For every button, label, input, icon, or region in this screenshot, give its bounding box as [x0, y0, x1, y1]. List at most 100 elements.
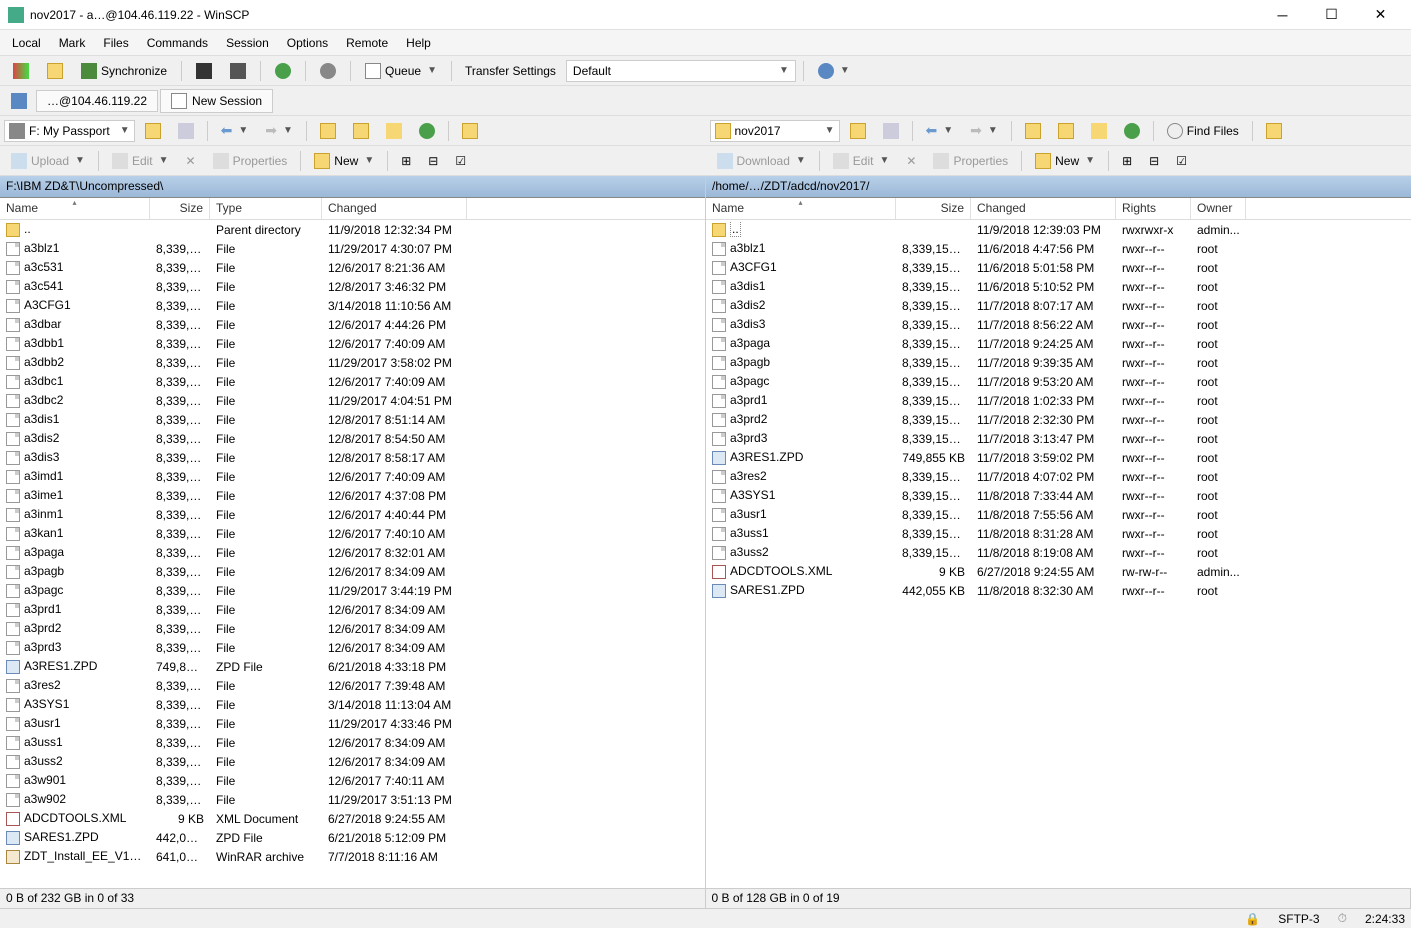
left-filter-button[interactable]: [171, 120, 201, 142]
session-icon[interactable]: [4, 90, 34, 112]
left-open-button[interactable]: [138, 120, 168, 142]
right-forward-button[interactable]: ➡▼: [963, 120, 1005, 142]
table-row[interactable]: A3SYS18,339,153 KB11/8/2018 7:33:44 AMrw…: [706, 486, 1411, 505]
menu-local[interactable]: Local: [4, 33, 49, 53]
table-row[interactable]: a3prd38,339,153 KB11/7/2018 3:13:47 PMrw…: [706, 429, 1411, 448]
session-tab-active[interactable]: …@104.46.119.22: [36, 90, 158, 112]
left-col-changed[interactable]: Changed: [322, 198, 467, 219]
table-row[interactable]: a3pagc8,339,153 KB11/7/2018 9:53:20 AMrw…: [706, 372, 1411, 391]
table-row[interactable]: a3uss28,339,153 KB11/8/2018 8:19:08 AMrw…: [706, 543, 1411, 562]
table-row[interactable]: a3prd38,339,15...File12/6/2017 8:34:09 A…: [0, 638, 705, 657]
menu-remote[interactable]: Remote: [338, 33, 396, 53]
right-back-button[interactable]: ⬅▼: [919, 120, 961, 142]
compare-button[interactable]: [6, 60, 36, 82]
left-path[interactable]: F:\IBM ZD&T\Uncompressed\: [0, 176, 705, 198]
left-forward-button[interactable]: ➡▼: [258, 120, 300, 142]
left-col-size[interactable]: Size: [150, 198, 210, 219]
menu-session[interactable]: Session: [218, 33, 277, 53]
options-button[interactable]: [313, 60, 343, 82]
table-row[interactable]: ADCDTOOLS.XML9 KBXML Document6/27/2018 9…: [0, 809, 705, 828]
table-row[interactable]: a3imd18,339,15...File12/6/2017 7:40:09 A…: [0, 467, 705, 486]
table-row[interactable]: a3dbb28,339,15...File11/29/2017 3:58:02 …: [0, 353, 705, 372]
right-new-button[interactable]: New▼: [1028, 150, 1102, 172]
table-row[interactable]: SARES1.ZPD442,055 KB11/8/2018 8:32:30 AM…: [706, 581, 1411, 600]
left-check-button[interactable]: ☑: [448, 150, 473, 172]
find-files-button[interactable]: Find Files: [1160, 120, 1246, 142]
table-row[interactable]: a3dis18,339,15...File12/8/2017 8:51:14 A…: [0, 410, 705, 429]
left-refresh-button[interactable]: [412, 120, 442, 142]
putty-button[interactable]: [223, 60, 253, 82]
right-minus-button[interactable]: ⊟: [1142, 150, 1166, 172]
menu-help[interactable]: Help: [398, 33, 439, 53]
left-back-button[interactable]: ⬅▼: [214, 120, 256, 142]
close-button[interactable]: ✕: [1358, 1, 1403, 29]
table-row[interactable]: A3CFG18,339,153 KB11/6/2018 5:01:58 PMrw…: [706, 258, 1411, 277]
table-row[interactable]: a3blz18,339,153 KB11/6/2018 4:47:56 PMrw…: [706, 239, 1411, 258]
table-row[interactable]: a3uss28,339,15...File12/6/2017 8:34:09 A…: [0, 752, 705, 771]
table-row[interactable]: a3w9018,339,15...File12/6/2017 7:40:11 A…: [0, 771, 705, 790]
left-properties-button[interactable]: Properties: [206, 150, 295, 172]
table-row[interactable]: a3inm18,339,15...File12/6/2017 4:40:44 P…: [0, 505, 705, 524]
right-drive-select[interactable]: nov2017▼: [710, 120, 840, 142]
left-new-button[interactable]: New▼: [307, 150, 381, 172]
left-plus-button[interactable]: ⊞: [394, 150, 418, 172]
right-download-button[interactable]: Download▼: [710, 150, 813, 172]
right-bookmark-button[interactable]: [1259, 120, 1289, 142]
left-drive-select[interactable]: F: My Passport▼: [4, 120, 135, 142]
right-delete-button[interactable]: ✕: [899, 150, 923, 172]
table-row[interactable]: a3prd18,339,153 KB11/7/2018 1:02:33 PMrw…: [706, 391, 1411, 410]
table-row[interactable]: a3dbc28,339,15...File11/29/2017 4:04:51 …: [0, 391, 705, 410]
table-row[interactable]: a3usr18,339,153 KB11/8/2018 7:55:56 AMrw…: [706, 505, 1411, 524]
left-file-list[interactable]: ..Parent directory11/9/2018 12:32:34 PMa…: [0, 220, 705, 888]
table-row[interactable]: a3pagb8,339,153 KB11/7/2018 9:39:35 AMrw…: [706, 353, 1411, 372]
right-edit-button[interactable]: Edit▼: [826, 150, 897, 172]
right-filter-button[interactable]: [876, 120, 906, 142]
left-bookmark-button[interactable]: [455, 120, 485, 142]
table-row[interactable]: ..Parent directory11/9/2018 12:32:34 PM: [0, 220, 705, 239]
table-row[interactable]: ..11/9/2018 12:39:03 PMrwxrwxr-xadmin...: [706, 220, 1411, 239]
left-col-name[interactable]: Name▴: [0, 198, 150, 219]
right-col-owner[interactable]: Owner: [1191, 198, 1246, 219]
table-row[interactable]: a3ime18,339,15...File12/6/2017 4:37:08 P…: [0, 486, 705, 505]
table-row[interactable]: a3uss18,339,15...File12/6/2017 8:34:09 A…: [0, 733, 705, 752]
transfer-settings-combo[interactable]: Default▼: [566, 60, 796, 82]
right-col-size[interactable]: Size: [896, 198, 971, 219]
globe-button[interactable]: ▼: [811, 60, 857, 82]
left-minus-button[interactable]: ⊟: [421, 150, 445, 172]
new-session-tab[interactable]: New Session: [160, 89, 273, 113]
table-row[interactable]: a3dbar8,339,15...File12/6/2017 4:44:26 P…: [0, 315, 705, 334]
table-row[interactable]: ZDT_Install_EE_V12.0....641,024 KBWinRAR…: [0, 847, 705, 866]
table-row[interactable]: A3CFG18,339,15...File3/14/2018 11:10:56 …: [0, 296, 705, 315]
table-row[interactable]: a3usr18,339,15...File11/29/2017 4:33:46 …: [0, 714, 705, 733]
right-home-button[interactable]: [1084, 120, 1114, 142]
table-row[interactable]: a3dis38,339,153 KB11/7/2018 8:56:22 AMrw…: [706, 315, 1411, 334]
right-path[interactable]: /home/…/ZDT/adcd/nov2017/: [706, 176, 1411, 198]
console-button[interactable]: [189, 60, 219, 82]
table-row[interactable]: a3blz18,339,15...File11/29/2017 4:30:07 …: [0, 239, 705, 258]
right-check-button[interactable]: ☑: [1169, 150, 1194, 172]
queue-button[interactable]: Queue▼: [358, 60, 444, 82]
right-refresh-button[interactable]: [1117, 120, 1147, 142]
table-row[interactable]: A3RES1.ZPD749,855 KBZPD File6/21/2018 4:…: [0, 657, 705, 676]
table-row[interactable]: A3RES1.ZPD749,855 KB11/7/2018 3:59:02 PM…: [706, 448, 1411, 467]
table-row[interactable]: a3pagb8,339,15...File12/6/2017 8:34:09 A…: [0, 562, 705, 581]
right-col-changed[interactable]: Changed: [971, 198, 1116, 219]
right-file-list[interactable]: ..11/9/2018 12:39:03 PMrwxrwxr-xadmin...…: [706, 220, 1411, 888]
table-row[interactable]: SARES1.ZPD442,055 KBZPD File6/21/2018 5:…: [0, 828, 705, 847]
left-edit-button[interactable]: Edit▼: [105, 150, 176, 172]
table-row[interactable]: A3SYS18,339,15...File3/14/2018 11:13:04 …: [0, 695, 705, 714]
right-plus-button[interactable]: ⊞: [1115, 150, 1139, 172]
table-row[interactable]: a3dis28,339,153 KB11/7/2018 8:07:17 AMrw…: [706, 296, 1411, 315]
table-row[interactable]: a3kan18,339,15...File12/6/2017 7:40:10 A…: [0, 524, 705, 543]
table-row[interactable]: a3res28,339,153 KB11/7/2018 4:07:02 PMrw…: [706, 467, 1411, 486]
left-upload-button[interactable]: Upload▼: [4, 150, 92, 172]
menu-commands[interactable]: Commands: [139, 33, 216, 53]
table-row[interactable]: a3dbb18,339,15...File12/6/2017 7:40:09 A…: [0, 334, 705, 353]
table-row[interactable]: a3paga8,339,15...File12/6/2017 8:32:01 A…: [0, 543, 705, 562]
table-row[interactable]: a3paga8,339,153 KB11/7/2018 9:24:25 AMrw…: [706, 334, 1411, 353]
table-row[interactable]: a3dis18,339,153 KB11/6/2018 5:10:52 PMrw…: [706, 277, 1411, 296]
table-row[interactable]: ADCDTOOLS.XML9 KB6/27/2018 9:24:55 AMrw-…: [706, 562, 1411, 581]
maximize-button[interactable]: ☐: [1309, 1, 1354, 29]
left-delete-button[interactable]: ✕: [179, 150, 203, 172]
right-col-rights[interactable]: Rights: [1116, 198, 1191, 219]
